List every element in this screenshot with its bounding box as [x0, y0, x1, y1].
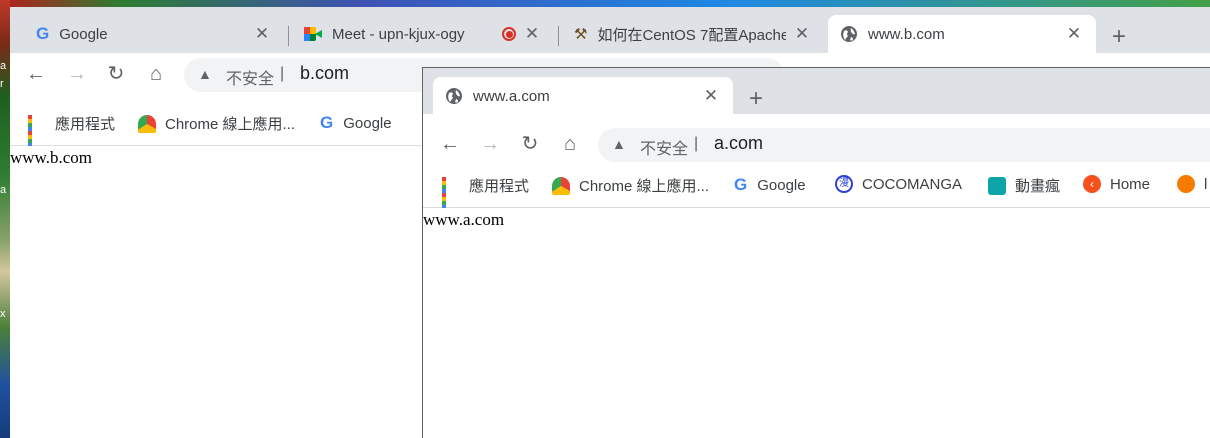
- forward-arrow-icon[interactable]: →: [65, 63, 89, 85]
- close-icon[interactable]: ✕: [701, 86, 721, 106]
- tab-title: Meet - upn-kjux-ogy: [332, 25, 465, 43]
- bird-icon: [1177, 175, 1195, 193]
- meet-icon: [304, 27, 322, 41]
- browser-window-front: www.a.com ✕ + ← → ↻ ⌂ ▲ 不安全 | a.com 應用程式…: [422, 67, 1210, 438]
- tab-www-a-com[interactable]: www.a.com ✕: [433, 77, 733, 115]
- google-icon: G: [734, 175, 748, 194]
- toolbar: ← → ↻ ⌂ ▲ 不安全 | a.com: [423, 123, 1210, 167]
- bookmark-label: l: [1204, 175, 1208, 193]
- page-content: www.a.com: [423, 208, 1210, 438]
- apps-icon: [442, 176, 460, 213]
- recording-icon: [502, 27, 516, 41]
- url-text[interactable]: b.com: [300, 63, 349, 84]
- tab-strip: www.a.com ✕ +: [423, 68, 1210, 115]
- globe-icon: [841, 26, 857, 42]
- desktop-icon-label: a: [0, 184, 7, 196]
- bookmark-chrome-webstore[interactable]: Chrome 線上應用...: [552, 175, 709, 196]
- bookmark-bird[interactable]: l: [1177, 175, 1207, 193]
- back-arrow-icon[interactable]: ←: [24, 63, 48, 85]
- desktop-icon-label: a: [0, 60, 7, 72]
- desktop-background: a r a x: [0, 0, 10, 438]
- reload-icon[interactable]: ↻: [518, 133, 542, 155]
- tab-title: Google: [59, 25, 108, 43]
- google-icon: G: [320, 113, 334, 132]
- bookmark-home[interactable]: ‹ Home: [1083, 175, 1150, 193]
- bookmark-label: Chrome 線上應用...: [579, 178, 710, 195]
- bookmark-label: Home: [1110, 175, 1151, 193]
- tab-separator: [558, 26, 559, 46]
- globe-icon: [446, 88, 462, 104]
- desktop-icon-label: x: [0, 308, 6, 320]
- close-icon[interactable]: ✕: [792, 24, 812, 44]
- tab-meet[interactable]: Meet - upn-kjux-ogy ✕: [292, 15, 554, 53]
- home-site-icon: ‹: [1083, 175, 1101, 193]
- tab-google[interactable]: G Google ✕: [24, 15, 284, 53]
- cocomanga-icon: 漫: [835, 175, 853, 193]
- desktop-icon-label: r: [0, 78, 4, 90]
- desktop-top-strip: [0, 0, 1210, 7]
- tab-title: 如何在CentOS 7配置Apache: [597, 26, 786, 44]
- security-label: 不安全: [640, 141, 689, 158]
- url-text[interactable]: a.com: [714, 133, 763, 154]
- bookmark-chrome-webstore[interactable]: Chrome 線上應用...: [138, 113, 295, 134]
- bookmark-label: COCOMANGA: [862, 175, 963, 193]
- bookmark-label: 應用程式: [469, 178, 530, 195]
- bookmark-label: 應用程式: [55, 116, 116, 133]
- tab-www-b-com[interactable]: www.b.com ✕: [828, 15, 1096, 53]
- page-body-text: www.a.com: [423, 210, 505, 229]
- bookmark-apps[interactable]: 應用程式: [442, 175, 530, 213]
- warning-icon[interactable]: ▲: [198, 66, 212, 82]
- reload-icon[interactable]: ↻: [104, 63, 128, 85]
- chrome-webstore-icon: [138, 114, 156, 133]
- bookmark-google[interactable]: G Google: [734, 175, 806, 195]
- warning-icon[interactable]: ▲: [612, 136, 626, 152]
- home-icon[interactable]: ⌂: [144, 63, 168, 85]
- bookmark-anime[interactable]: 動畫瘋: [988, 175, 1060, 196]
- bookmark-cocomanga[interactable]: 漫 COCOMANGA: [835, 175, 962, 193]
- close-icon[interactable]: ✕: [1064, 24, 1084, 44]
- close-icon[interactable]: ✕: [252, 24, 272, 44]
- anime-icon: [988, 176, 1006, 195]
- bookmark-label: Google: [757, 176, 806, 194]
- url-separator: |: [694, 135, 699, 152]
- bookmark-label: 動畫瘋: [1015, 178, 1061, 195]
- bookmark-apps[interactable]: 應用程式: [28, 113, 116, 151]
- tab-separator: [288, 26, 289, 46]
- apps-icon: [28, 114, 46, 151]
- google-icon: G: [36, 24, 50, 43]
- new-tab-button[interactable]: +: [749, 87, 763, 111]
- bookmark-google[interactable]: G Google: [320, 113, 392, 133]
- chrome-webstore-icon: [552, 176, 570, 195]
- url-separator: |: [280, 65, 285, 82]
- tab-title: www.a.com: [473, 87, 550, 105]
- bookmark-label: Chrome 線上應用...: [165, 116, 296, 133]
- bookmarks-bar: 應用程式 Chrome 線上應用... G Google 漫 COCOMANGA…: [423, 167, 1210, 213]
- tab-centos-apache[interactable]: ⚒ 如何在CentOS 7配置Apache ✕: [562, 15, 824, 53]
- home-icon[interactable]: ⌂: [558, 133, 582, 155]
- page-body-text: www.b.com: [10, 148, 92, 167]
- tab-strip: G Google ✕ Meet - upn-kjux-ogy ✕ ⚒ 如何在Ce…: [10, 7, 1210, 53]
- close-icon[interactable]: ✕: [522, 24, 542, 44]
- site-icon: ⚒: [574, 26, 588, 43]
- forward-arrow-icon[interactable]: →: [478, 133, 502, 155]
- tab-title: www.b.com: [868, 25, 945, 43]
- security-label: 不安全: [226, 71, 275, 88]
- back-arrow-icon[interactable]: ←: [438, 133, 462, 155]
- bookmark-label: Google: [343, 114, 392, 132]
- new-tab-button[interactable]: +: [1112, 25, 1126, 49]
- address-bar[interactable]: ▲ 不安全 | a.com: [598, 128, 1210, 162]
